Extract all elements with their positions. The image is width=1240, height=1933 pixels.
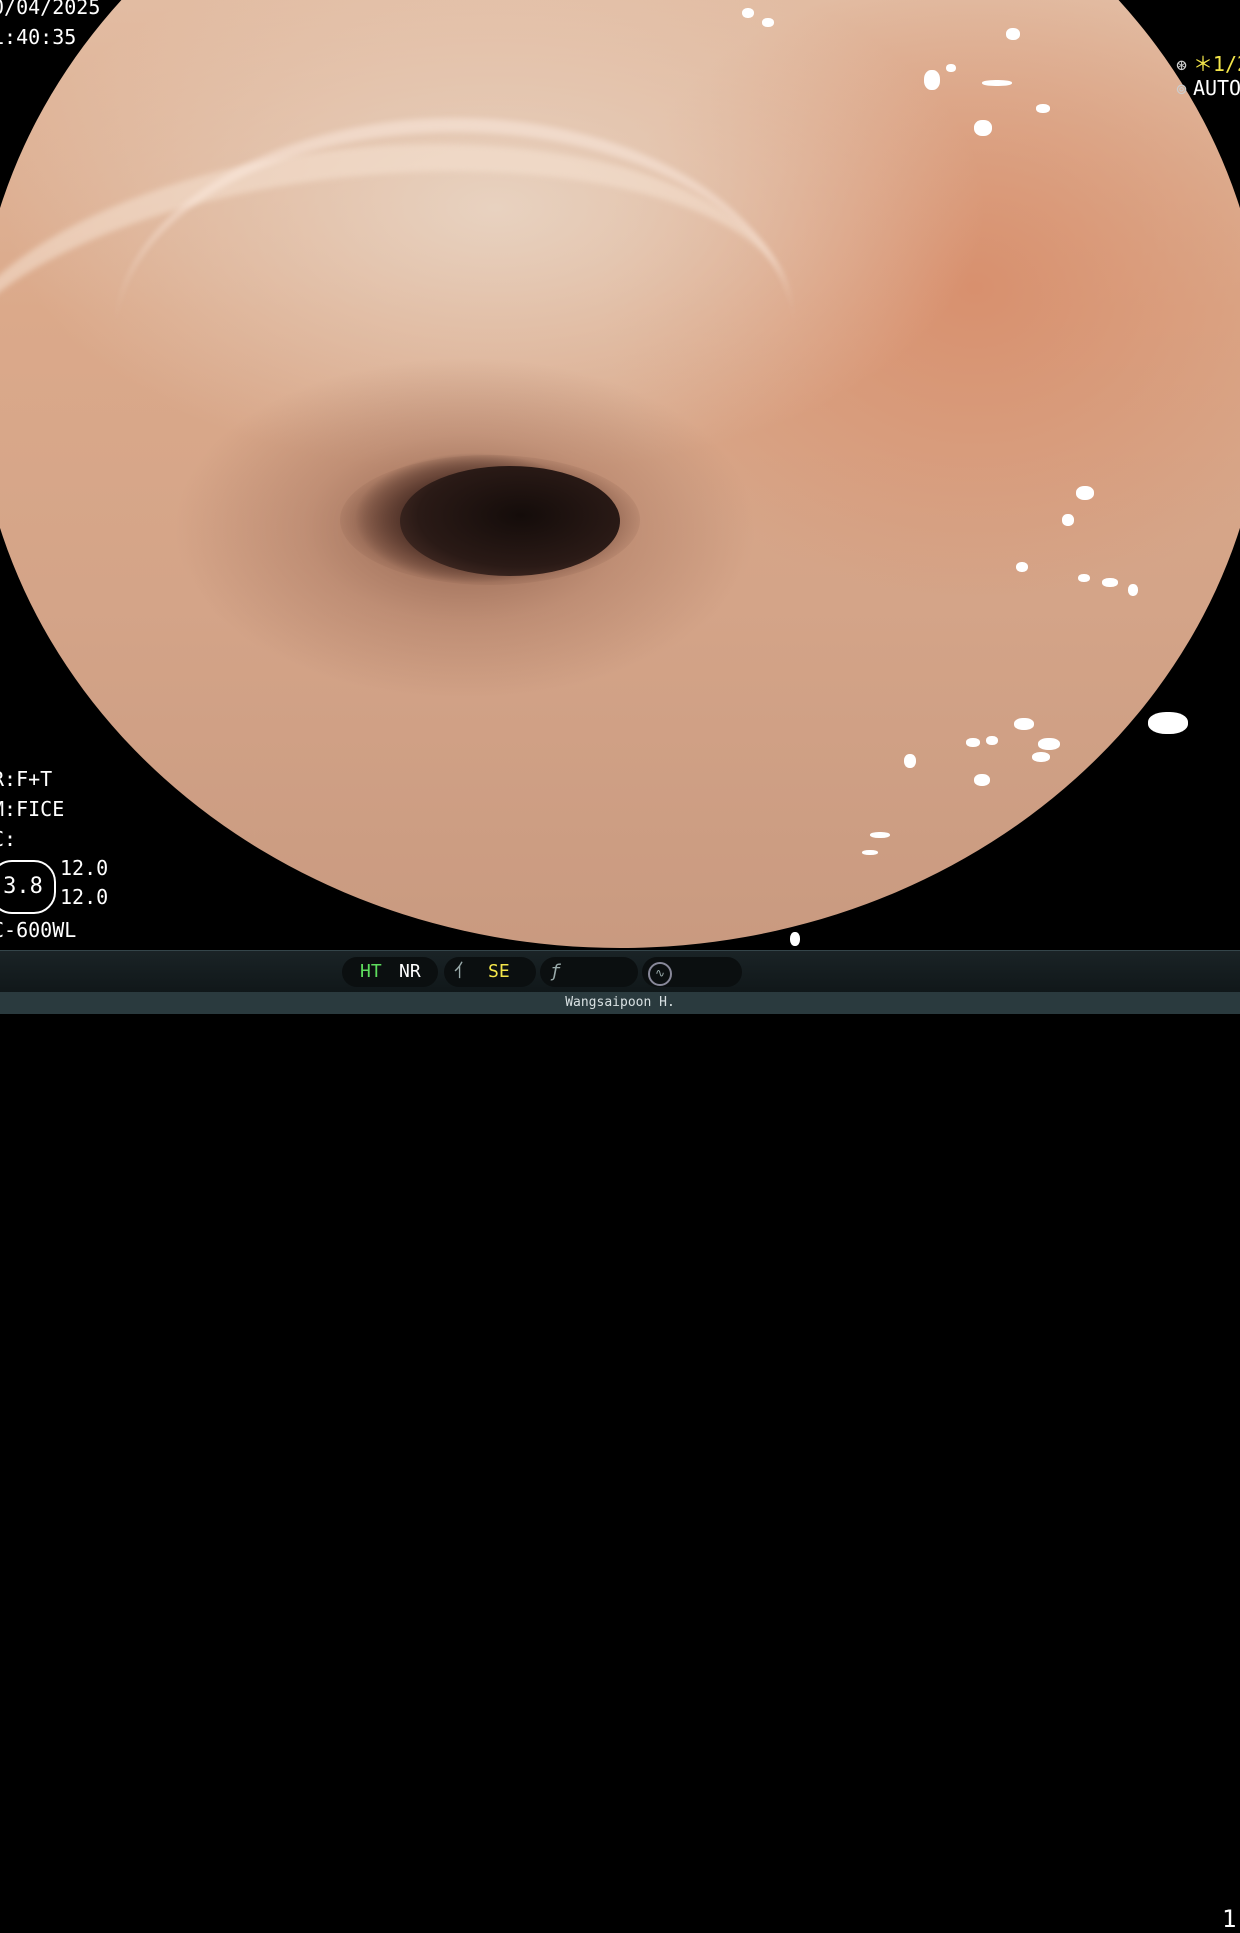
wave-icon: ∿ xyxy=(648,962,672,986)
lumen-opening xyxy=(400,466,620,576)
operator-name: Wangsaipoon H. xyxy=(0,992,1240,1014)
light-reflection xyxy=(974,120,992,136)
frame-number: 1 xyxy=(1222,1905,1237,1933)
light-reflection xyxy=(742,8,754,18)
light-reflection xyxy=(982,80,1012,86)
ht-nr-indicator[interactable]: HT NR xyxy=(342,957,438,987)
light-reflection xyxy=(1128,584,1138,596)
structure-setting: R:F+T xyxy=(0,767,53,791)
light-reflection xyxy=(1038,738,1060,750)
se-label: SE xyxy=(488,961,510,982)
light-reflection xyxy=(1032,752,1050,762)
enhancement-value-2: 12.0 xyxy=(60,885,109,909)
endoscopy-view xyxy=(0,0,1240,950)
light-reflection xyxy=(946,64,956,72)
status-bar: HT NR ⺅ SE ƒ ∿ 1 xyxy=(0,950,1240,1933)
light-reflection xyxy=(1078,574,1090,582)
enhancement-value-1: 12.0 xyxy=(60,856,109,880)
iris-icon: ⊚ xyxy=(1176,79,1187,100)
nr-label: NR xyxy=(399,961,421,982)
light-reflection xyxy=(966,738,980,747)
light-reflection xyxy=(862,850,878,855)
se-indicator[interactable]: ⺅ SE xyxy=(444,957,536,987)
light-reflection xyxy=(904,754,916,768)
light-reflection xyxy=(1036,104,1050,113)
light-reflection xyxy=(1102,578,1118,587)
light-reflection xyxy=(790,932,800,946)
exam-date: 0/04/2025 xyxy=(0,0,101,19)
mode-setting: M:FICE xyxy=(0,797,65,821)
se-icon: ⺅ xyxy=(454,961,472,982)
function-icon: ƒ xyxy=(550,961,561,982)
zoom-indicator: 3.8 xyxy=(0,860,56,914)
light-reflection xyxy=(1148,712,1188,734)
iris-value: AUTO+ xyxy=(1192,76,1240,100)
endoscopic-image-circle xyxy=(0,0,1240,948)
function-indicator[interactable]: ƒ xyxy=(540,957,638,987)
light-reflection xyxy=(1016,562,1028,572)
light-reflection xyxy=(1014,718,1034,730)
light-reflection xyxy=(1062,514,1074,526)
color-setting: C: xyxy=(0,827,17,851)
scope-model: C-600WL xyxy=(0,918,77,942)
light-reflection xyxy=(924,70,940,90)
light-reflection xyxy=(1076,486,1094,500)
light-reflection xyxy=(974,774,990,786)
light-reflection xyxy=(762,18,774,27)
light-reflection xyxy=(986,736,998,745)
wave-indicator[interactable]: ∿ xyxy=(642,957,742,987)
light-reflection xyxy=(1006,28,1020,40)
exam-time: 1:40:35 xyxy=(0,25,77,49)
iris-readout: ⊚AUTO+ xyxy=(1152,52,1240,100)
light-reflection xyxy=(870,832,890,838)
ht-label: HT xyxy=(360,961,382,982)
